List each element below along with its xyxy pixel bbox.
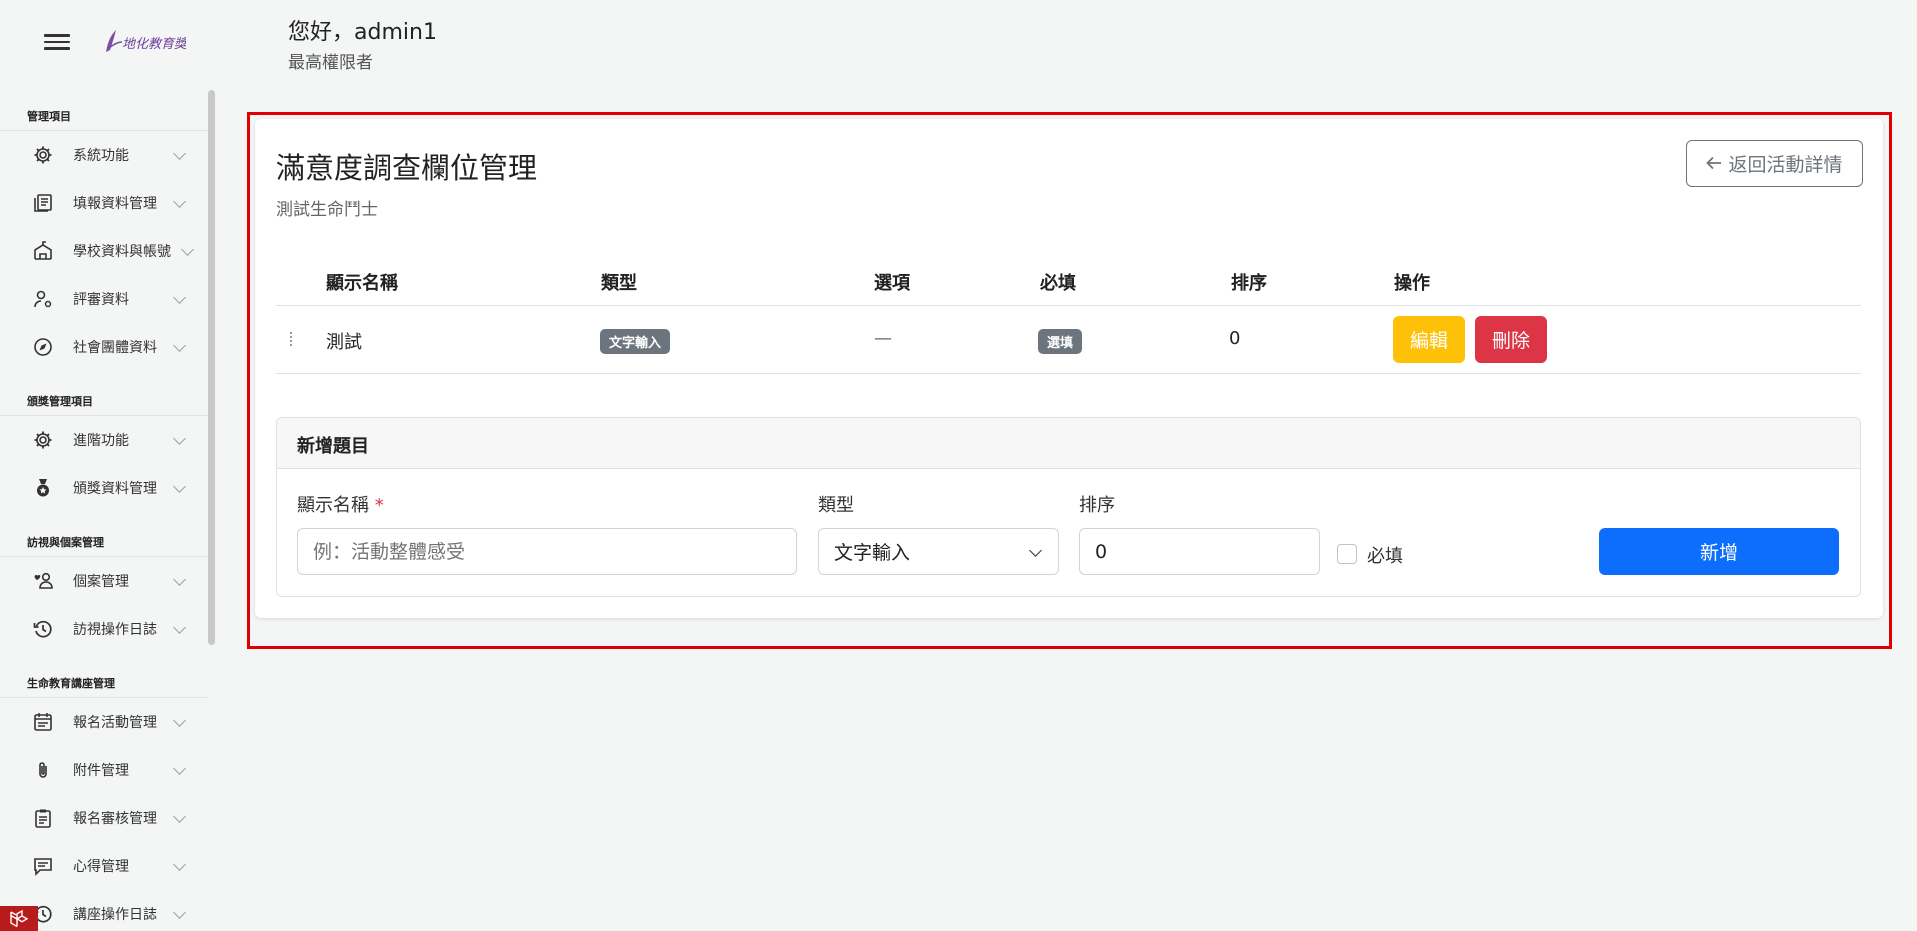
type-badge: 文字輸入: [600, 329, 671, 354]
chevron-down-icon: [173, 714, 186, 727]
hamburger-menu-icon[interactable]: [44, 30, 70, 52]
gear-icon: [31, 143, 55, 167]
event-name: 測試生命鬥士: [276, 200, 378, 220]
paperclip-icon: [31, 758, 55, 782]
user-gear-icon: [31, 287, 55, 311]
sidebar-scrollbar[interactable]: [208, 90, 215, 645]
chevron-down-icon: [173, 858, 186, 871]
sidebar-item-review-data[interactable]: 評審資料: [0, 275, 208, 323]
user-role: 最高權限者: [288, 53, 373, 73]
arrow-left-icon: [1706, 153, 1722, 175]
table-header: 顯示名稱 類型 選項 必填 排序 操作: [276, 252, 1861, 306]
add-button[interactable]: 新增: [1599, 528, 1839, 575]
edit-button[interactable]: 編輯: [1393, 316, 1465, 363]
sidebar-item-school-accounts[interactable]: 學校資料與帳號: [0, 227, 208, 275]
brand-logo[interactable]: 地化教育獎: [100, 26, 189, 58]
page-title: 滿意度調查欄位管理: [276, 151, 538, 185]
sidebar-nav: 管理項目 系統功能 填報資料管理 學校資料與帳號 評審資料 社會團體資料 頒獎管…: [0, 108, 208, 931]
school-icon: [31, 239, 55, 263]
cell-order: 0: [1229, 328, 1241, 349]
sidebar-item-social-groups[interactable]: 社會團體資料: [0, 323, 208, 371]
document-list-icon: [31, 191, 55, 215]
calendar-list-icon: [31, 710, 55, 734]
chevron-down-icon: [173, 432, 186, 445]
col-options: 選項: [874, 273, 910, 294]
fields-table: 顯示名稱 類型 選項 必填 排序 操作 測試 文字輸入 — 選填 0 編輯 刪除: [276, 252, 1861, 374]
sidebar-item-system[interactable]: 系統功能: [0, 131, 208, 179]
section-title-visits: 訪視與個案管理: [0, 534, 208, 557]
cell-options: —: [874, 328, 892, 349]
drag-handle-icon[interactable]: [290, 332, 296, 348]
compass-icon: [31, 335, 55, 359]
chevron-down-icon: [173, 906, 186, 919]
col-actions: 操作: [1394, 273, 1430, 294]
section-title-management: 管理項目: [0, 108, 208, 131]
sidebar-item-attachments[interactable]: 附件管理: [0, 746, 208, 794]
survey-fields-card: 滿意度調查欄位管理 測試生命鬥士 返回活動詳情 顯示名稱 類型 選項 必填 排序…: [255, 119, 1883, 618]
order-label: 排序: [1079, 495, 1115, 516]
delete-button[interactable]: 刪除: [1475, 316, 1547, 363]
col-order: 排序: [1231, 273, 1267, 294]
chevron-down-icon: [173, 195, 186, 208]
chevron-down-icon: [173, 762, 186, 775]
required-badge: 選填: [1038, 329, 1083, 354]
add-question-panel: 新增題目 顯示名稱 * 類型 文字輸入 排序 0 必填 新增: [276, 417, 1861, 597]
sidebar: 地化教育獎 管理項目 系統功能 填報資料管理 學校資料與帳號 評審資料 社會團體…: [0, 0, 216, 931]
sidebar-item-registration-review[interactable]: 報名審核管理: [0, 794, 208, 842]
chevron-down-icon: [173, 810, 186, 823]
chevron-down-icon: [173, 573, 186, 586]
section-title-award: 頒獎管理項目: [0, 393, 208, 416]
required-checkbox-label[interactable]: 必填: [1367, 542, 1403, 568]
heart-person-icon: [31, 569, 55, 593]
section-title-lectures: 生命教育講座管理: [0, 675, 208, 698]
type-label: 類型: [818, 495, 854, 516]
required-mark: *: [374, 495, 384, 516]
sidebar-item-case-management[interactable]: 個案管理: [0, 557, 208, 605]
panel-title: 新增題目: [277, 418, 1860, 469]
sidebar-item-reflections[interactable]: 心得管理: [0, 842, 208, 890]
required-checkbox[interactable]: [1337, 544, 1357, 564]
clipboard-check-icon: [31, 806, 55, 830]
table-row: 測試 文字輸入 — 選填 0 編輯 刪除: [276, 306, 1861, 374]
sidebar-item-visit-log[interactable]: 訪視操作日誌: [0, 605, 208, 653]
order-input[interactable]: 0: [1079, 528, 1320, 575]
chevron-down-icon: [181, 243, 194, 256]
sidebar-item-award-data[interactable]: 頒獎資料管理: [0, 464, 208, 512]
display-name-input[interactable]: [297, 528, 797, 575]
type-select[interactable]: 文字輸入: [818, 528, 1059, 575]
chevron-down-icon: [173, 339, 186, 352]
cell-name: 測試: [326, 332, 362, 353]
gear-icon: [31, 428, 55, 452]
sidebar-item-registration-events[interactable]: 報名活動管理: [0, 698, 208, 746]
col-display-name: 顯示名稱: [326, 273, 398, 294]
display-name-label: 顯示名稱 *: [297, 495, 384, 516]
username: admin1: [354, 20, 437, 45]
back-to-event-button[interactable]: 返回活動詳情: [1686, 140, 1863, 187]
svg-text:地化教育獎: 地化教育獎: [122, 36, 186, 52]
debugbar-icon[interactable]: [0, 906, 38, 931]
chevron-down-icon: [173, 147, 186, 160]
col-type: 類型: [601, 273, 637, 294]
col-required: 必填: [1040, 273, 1076, 294]
chevron-down-icon: [1029, 544, 1042, 557]
greeting: 您好，admin1: [288, 20, 437, 45]
chevron-down-icon: [173, 621, 186, 634]
medal-icon: [31, 476, 55, 500]
sidebar-item-advanced[interactable]: 進階功能: [0, 416, 208, 464]
chevron-down-icon: [173, 291, 186, 304]
sidebar-item-report-data[interactable]: 填報資料管理: [0, 179, 208, 227]
history-icon: [31, 617, 55, 641]
comment-icon: [31, 854, 55, 878]
chevron-down-icon: [173, 480, 186, 493]
